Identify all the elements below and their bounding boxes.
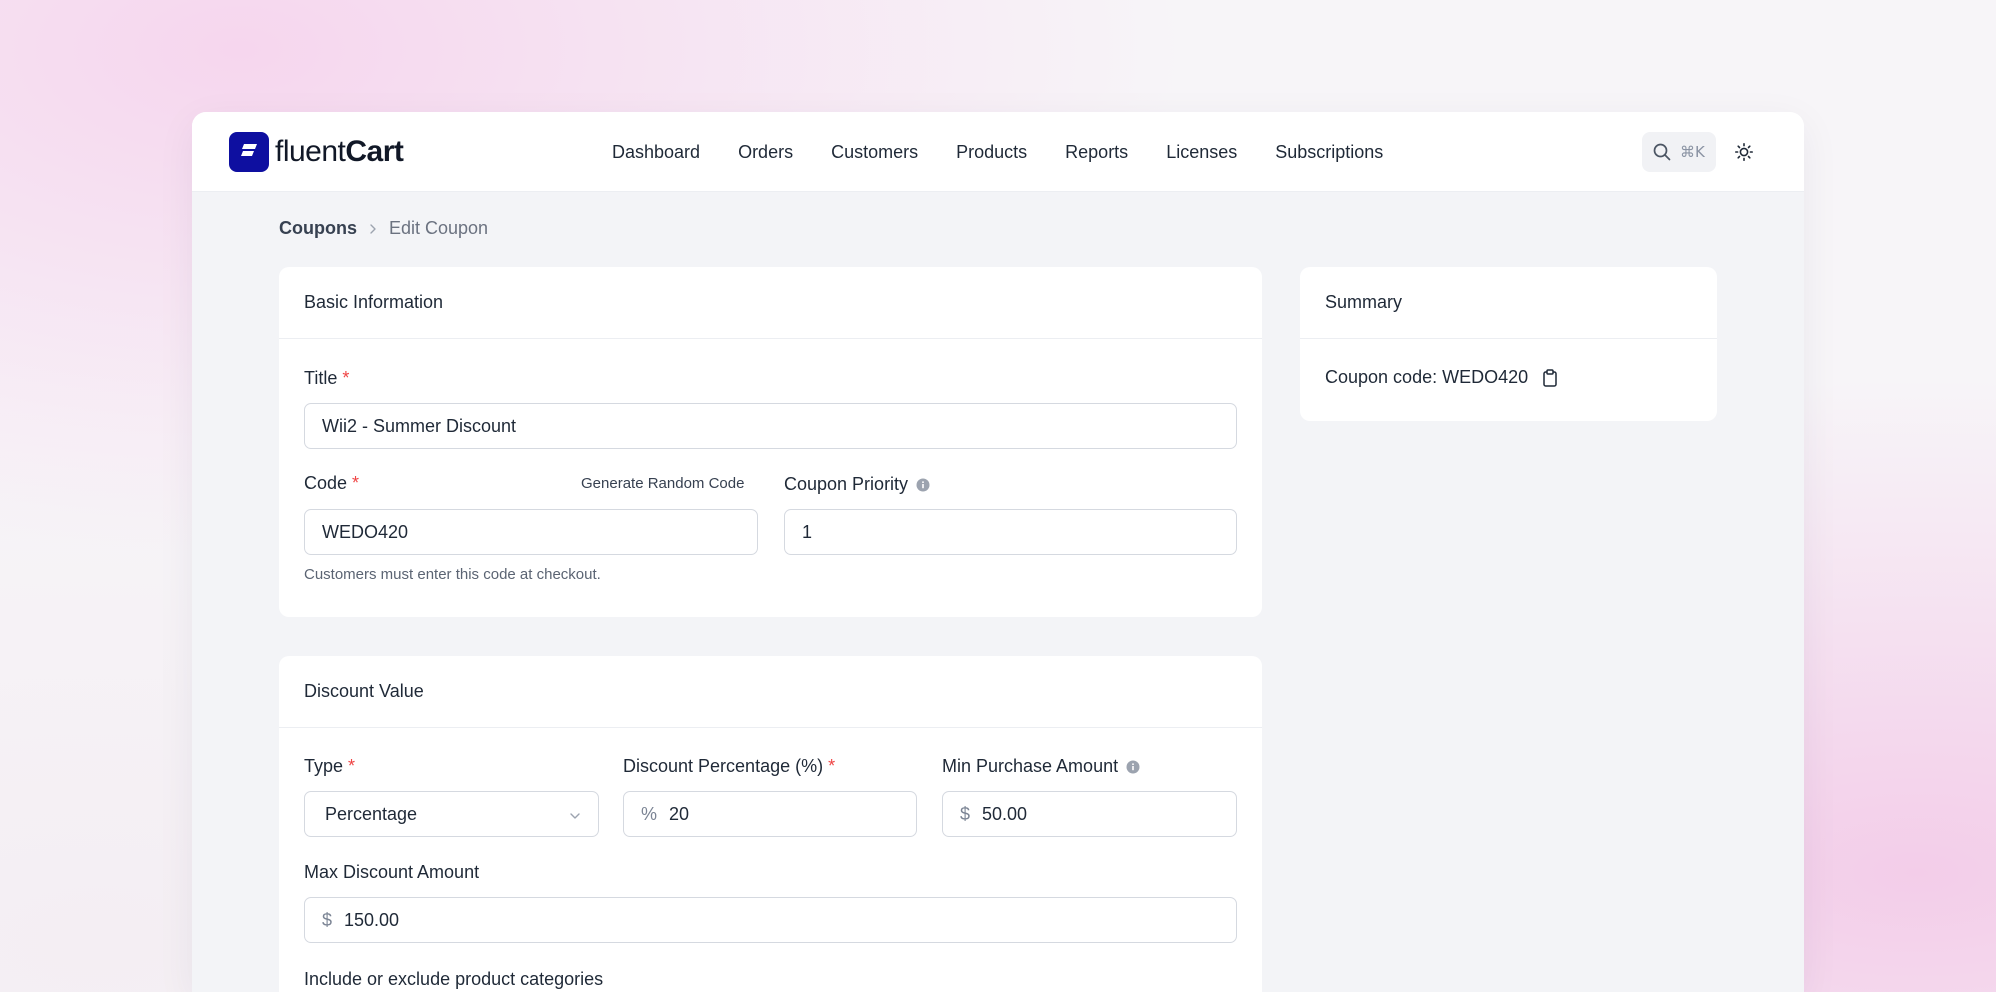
brand-name-bold: Cart [345,135,404,168]
nav-item-licenses[interactable]: Licenses [1166,142,1237,163]
discount-value-heading: Discount Value [279,656,1262,728]
type-select[interactable]: Percentage [304,791,599,837]
brand-name-regular: fluent [275,135,346,168]
search-shortcut: ⌘K [1680,143,1705,161]
max-discount-amount-value: 150.00 [344,909,400,930]
summary-coupon-code: Coupon code: WEDO420 [1325,367,1558,388]
coupon-priority-value: 1 [802,521,813,542]
brand-name: fluentCart [275,135,404,169]
product-categories-label: Include or exclude product categories [304,969,604,989]
type-select-value: Percentage [325,803,418,824]
min-purchase-amount-label: Min Purchase Amount [942,756,1140,777]
type-label-text: Type [304,756,344,776]
type-label: Type * [304,756,355,777]
summary-card: Summary Coupon code: WEDO420 [1300,267,1717,421]
coupon-priority-label-text: Coupon Priority [784,474,909,494]
basic-information-heading: Basic Information [279,267,1262,339]
nav-item-customers[interactable]: Customers [831,142,918,163]
nav-item-orders[interactable]: Orders [738,142,793,163]
clipboard-copy-icon[interactable] [1542,368,1558,387]
search-button[interactable]: ⌘K [1642,132,1716,172]
nav-item-products[interactable]: Products [956,142,1027,163]
max-discount-amount-label-text: Max Discount Amount [304,862,480,882]
nav-item-reports[interactable]: Reports [1065,142,1128,163]
sun-icon [1734,142,1754,162]
min-purchase-amount-value: 50.00 [982,803,1028,824]
code-input-value: WEDO420 [322,521,409,542]
discount-percentage-label-text: Discount Percentage (%) [623,756,824,776]
breadcrumb-current: Edit Coupon [389,218,489,238]
min-purchase-amount-label-text: Min Purchase Amount [942,756,1119,776]
summary-coupon-code-text: Coupon code: WEDO420 [1325,367,1529,387]
required-marker: * [342,368,350,388]
basic-information-card: Basic Information Title * Wii2 - Summer … [279,267,1262,617]
fluentcart-logo-icon [229,132,269,172]
coupon-priority-label: Coupon Priority [784,474,930,495]
discount-percentage-label: Discount Percentage (%) * [623,756,835,777]
title-input[interactable]: Wii2 - Summer Discount [304,403,1237,449]
dollar-prefix: $ [960,803,971,824]
max-discount-amount-label: Max Discount Amount [304,862,479,883]
required-marker: * [348,756,356,776]
required-marker: * [828,756,836,776]
info-icon[interactable] [916,478,930,492]
dollar-prefix: $ [322,909,333,930]
nav-item-subscriptions[interactable]: Subscriptions [1275,142,1383,163]
title-label: Title * [304,368,349,389]
main-nav: Dashboard Orders Customers Products Repo… [612,112,1421,192]
percent-prefix: % [641,803,658,824]
summary-heading: Summary [1300,267,1717,339]
discount-percentage-input[interactable]: % 20 [623,791,917,837]
min-purchase-amount-input[interactable]: $ 50.00 [942,791,1237,837]
chevron-right-icon [367,223,379,235]
app-window: fluentCart Dashboard Orders Customers Pr… [192,112,1804,992]
info-icon[interactable] [1126,760,1140,774]
breadcrumb-coupons-link[interactable]: Coupons [279,218,357,239]
title-label-text: Title [304,368,338,388]
coupon-priority-input[interactable]: 1 [784,509,1237,555]
discount-percentage-value: 20 [669,803,690,824]
page-background: fluentCart Dashboard Orders Customers Pr… [0,0,1996,992]
search-icon [1652,142,1672,162]
discount-value-card: Discount Value Type * Percentage Discoun… [279,656,1262,992]
code-help-text: Customers must enter this code at checko… [304,566,601,583]
top-navbar: fluentCart Dashboard Orders Customers Pr… [192,112,1804,192]
max-discount-amount-input[interactable]: $ 150.00 [304,897,1237,943]
code-label: Code * [304,473,359,494]
breadcrumb: Coupons Edit Coupon [279,218,488,239]
chevron-down-icon [568,807,582,828]
code-input[interactable]: WEDO420 [304,509,758,555]
nav-item-dashboard[interactable]: Dashboard [612,142,700,163]
generate-random-code-button[interactable]: Generate Random Code [581,475,744,492]
code-label-text: Code [304,473,348,493]
theme-toggle-button[interactable] [1730,138,1758,166]
brand-logo[interactable]: fluentCart [229,132,404,172]
title-input-value: Wii2 - Summer Discount [322,415,517,436]
required-marker: * [352,473,360,493]
